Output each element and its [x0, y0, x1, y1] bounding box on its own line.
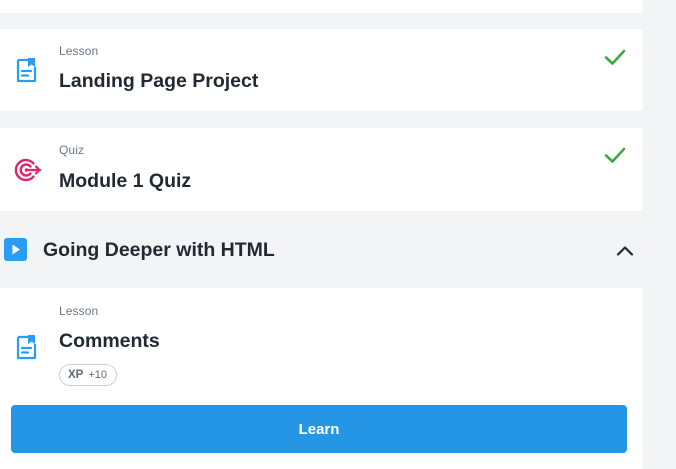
play-icon	[4, 238, 27, 261]
item-title: Comments	[59, 330, 160, 352]
check-icon	[604, 49, 626, 65]
item-type-label: Lesson	[59, 304, 99, 318]
learn-button[interactable]: Learn	[11, 405, 627, 453]
item-type-label: Quiz	[59, 143, 85, 157]
item-title: Module 1 Quiz	[59, 170, 192, 192]
item-title: Landing Page Project	[59, 70, 259, 92]
xp-badge: XP +10	[59, 364, 118, 386]
section-title: Going Deeper with HTML	[43, 239, 275, 261]
xp-label: XP	[68, 369, 84, 381]
chevron-up-icon[interactable]	[614, 240, 636, 262]
section-header-going-deeper[interactable]: Going Deeper with HTML	[0, 212, 643, 288]
lesson-doc-icon	[16, 58, 37, 83]
lesson-doc-icon	[16, 335, 37, 360]
xp-value: +10	[88, 369, 108, 381]
item-type-label: Lesson	[59, 44, 99, 58]
quiz-card-module-1[interactable]: Quiz Module 1 Quiz	[0, 128, 643, 211]
previous-item-card[interactable]	[0, 0, 643, 13]
quiz-target-icon	[14, 158, 41, 182]
check-icon	[604, 147, 626, 163]
lesson-card-landing-page-project[interactable]: Lesson Landing Page Project	[0, 29, 643, 111]
